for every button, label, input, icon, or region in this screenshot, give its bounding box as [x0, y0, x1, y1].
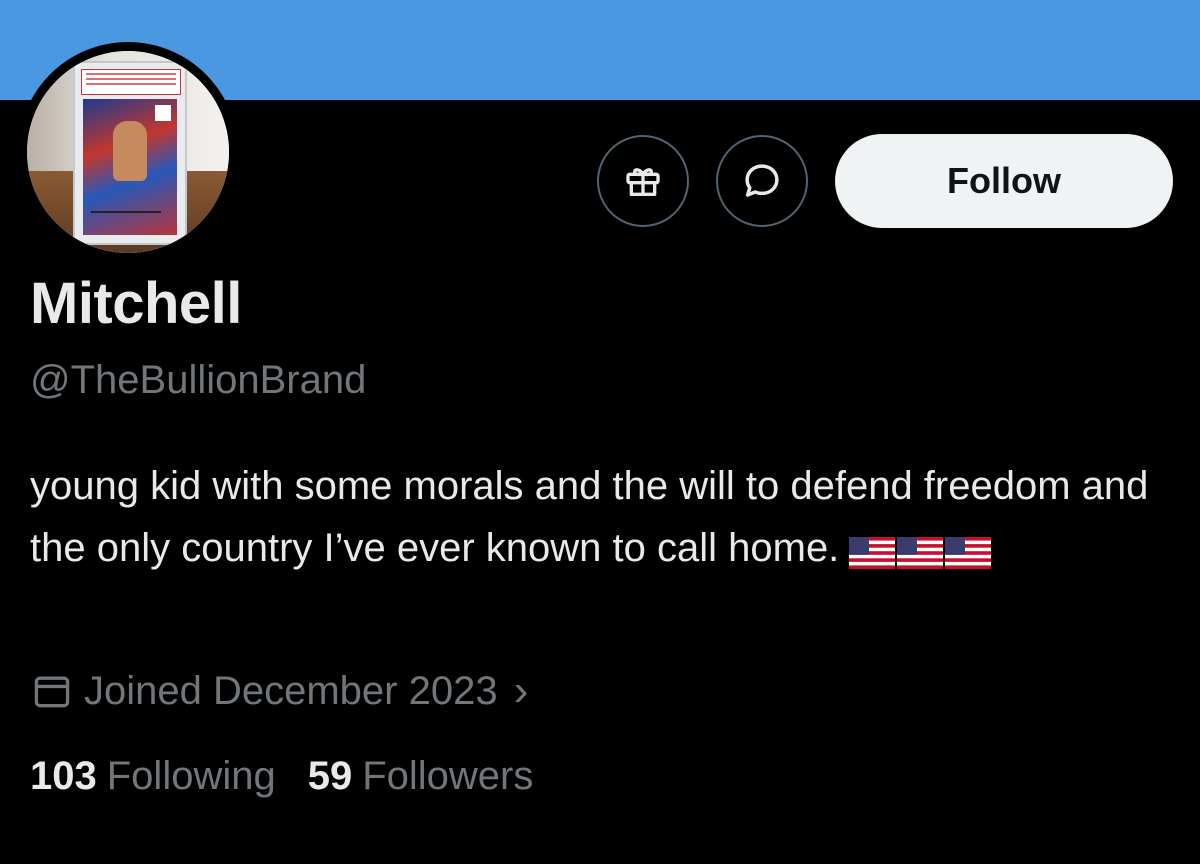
bio: young kid with some morals and the will …: [30, 455, 1170, 581]
follow-button[interactable]: Follow: [835, 134, 1173, 228]
joined-date: Joined December 2023: [84, 668, 498, 713]
followers-label: Followers: [362, 754, 534, 798]
us-flag-emoji: [897, 536, 944, 569]
avatar-image: [27, 51, 229, 253]
followers-count: 59: [307, 754, 353, 798]
following-count: 103: [30, 754, 97, 798]
gift-button[interactable]: [597, 135, 689, 227]
chevron-right-icon: ›: [513, 666, 529, 715]
following-stat[interactable]: 103 Following: [30, 754, 276, 799]
message-icon: [745, 164, 779, 197]
followers-stat[interactable]: 59 Followers: [308, 754, 534, 799]
following-label: Following: [106, 754, 276, 798]
profile-stats: 103 Following 59 Followers: [30, 754, 533, 799]
us-flag-emoji: [945, 536, 992, 569]
avatar[interactable]: [18, 42, 238, 262]
handle: @TheBullionBrand: [30, 358, 367, 402]
gift-icon: [626, 168, 660, 196]
joined-date-row[interactable]: Joined December 2023 ›: [30, 666, 528, 716]
us-flag-emoji: [849, 536, 896, 569]
display-name: Mitchell: [30, 271, 242, 336]
message-button[interactable]: [716, 135, 808, 227]
flag-emojis: [849, 519, 993, 581]
calendar-icon: [34, 676, 70, 708]
